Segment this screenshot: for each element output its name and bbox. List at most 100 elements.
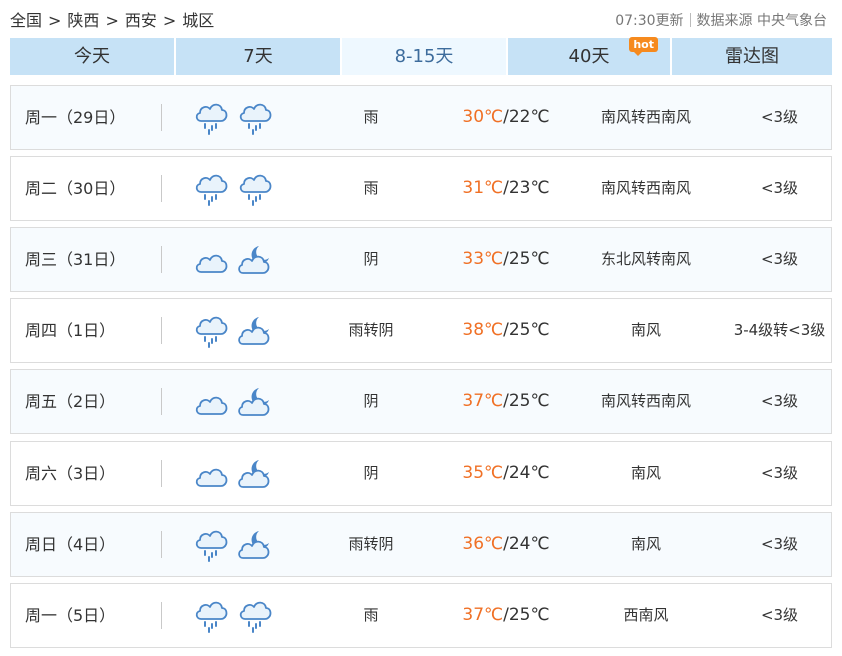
forecast-day: 周一（29日） xyxy=(25,108,126,127)
row-divider xyxy=(161,388,162,415)
low-temperature: /23℃ xyxy=(503,178,550,198)
breadcrumb-item-city[interactable]: 西安 xyxy=(125,11,157,30)
weather-icons xyxy=(193,171,273,207)
rain-icon xyxy=(239,174,272,206)
high-temperature: 36℃ xyxy=(462,534,504,554)
high-temperature: 31℃ xyxy=(462,178,504,198)
weather-icons xyxy=(193,384,273,420)
forecast-day: 周三（31日） xyxy=(25,250,126,269)
weather-icons xyxy=(193,456,273,492)
wind-direction: 南风转西南风 xyxy=(600,108,691,126)
temperature-range: 37℃/25℃ xyxy=(451,584,561,647)
weather-description: 阴 xyxy=(363,250,379,268)
tab-7-day[interactable]: 7天 xyxy=(174,38,340,75)
high-temperature: 35℃ xyxy=(462,463,504,483)
cloud-moon-icon xyxy=(238,388,270,416)
temperature-range: 38℃/25℃ xyxy=(451,299,561,362)
wind-direction: 南风转西南风 xyxy=(600,179,691,197)
temperature-range: 33℃/25℃ xyxy=(451,228,561,291)
cloud-moon-icon xyxy=(238,460,270,488)
wind-level: <3级 xyxy=(760,392,799,410)
low-temperature: /24℃ xyxy=(503,463,550,483)
low-temperature: /22℃ xyxy=(503,107,550,127)
forecast-row: 周二（30日） 雨 31℃/23℃ 南风转西南风 <3级 xyxy=(10,156,832,221)
cloud-moon-icon xyxy=(238,531,270,559)
temperature-range: 36℃/24℃ xyxy=(451,513,561,576)
rain-icon xyxy=(195,601,228,633)
weather-icons xyxy=(193,313,273,349)
row-divider xyxy=(161,602,162,629)
high-temperature: 30℃ xyxy=(462,107,504,127)
rain-icon xyxy=(195,174,228,206)
tab-label: 今天 xyxy=(74,46,110,67)
row-divider xyxy=(161,175,162,202)
temperature-range: 31℃/23℃ xyxy=(451,157,561,220)
breadcrumb-separator: > xyxy=(105,11,119,30)
weather-description: 雨 xyxy=(363,606,379,624)
forecast-day: 周四（1日） xyxy=(25,321,116,340)
row-divider xyxy=(161,460,162,487)
low-temperature: /25℃ xyxy=(503,249,550,269)
forecast-row: 周三（31日） 阴 33℃/25℃ 东北风转南风 <3级 xyxy=(10,227,832,292)
forecast-day: 周日（4日） xyxy=(25,535,116,554)
wind-direction: 东北风转南风 xyxy=(600,250,691,268)
temperature-range: 35℃/24℃ xyxy=(451,442,561,505)
high-temperature: 37℃ xyxy=(462,605,504,625)
wind-direction: 南风 xyxy=(630,464,661,482)
high-temperature: 38℃ xyxy=(462,320,504,340)
rain-icon xyxy=(195,103,228,135)
breadcrumb-separator: > xyxy=(48,11,62,30)
weather-description: 阴 xyxy=(363,392,379,410)
low-temperature: /24℃ xyxy=(503,534,550,554)
low-temperature: /25℃ xyxy=(503,320,550,340)
forecast-row: 周六（3日） 阴 35℃/24℃ 南风 <3级 xyxy=(10,441,832,506)
rain-icon xyxy=(195,530,228,562)
wind-level: <3级 xyxy=(760,535,799,553)
forecast-row: 周四（1日） 雨转阴 38℃/25℃ 南风 3-4级转<3级 xyxy=(10,298,832,363)
wind-direction: 南风 xyxy=(630,535,661,553)
forecast-row: 周五（2日） 阴 37℃/25℃ 南风转西南风 <3级 xyxy=(10,369,832,434)
weather-icons xyxy=(193,100,273,136)
update-meta: 07:30更新 数据来源 中央气象台 xyxy=(615,8,827,34)
forecast-row: 周一（5日） 雨 37℃/25℃ 西南风 <3级 xyxy=(10,583,832,648)
wind-direction: 南风转西南风 xyxy=(600,392,691,410)
rain-icon xyxy=(239,601,272,633)
temperature-range: 30℃/22℃ xyxy=(451,86,561,149)
meta-divider xyxy=(689,13,691,27)
row-divider xyxy=(161,317,162,344)
tab-radar[interactable]: 雷达图 xyxy=(670,38,832,75)
rain-icon xyxy=(239,103,272,135)
wind-level: <3级 xyxy=(760,179,799,197)
row-divider xyxy=(161,104,162,131)
row-divider xyxy=(161,531,162,558)
breadcrumb-item-country[interactable]: 全国 xyxy=(10,11,42,30)
wind-level: <3级 xyxy=(760,108,799,126)
forecast-day: 周五（2日） xyxy=(25,392,116,411)
forecast-tabs: 今天 7天 8-15天 40天 hot 雷达图 xyxy=(10,37,832,75)
tab-8-15-day[interactable]: 8-15天 xyxy=(340,38,506,75)
low-temperature: /25℃ xyxy=(503,391,550,411)
low-temperature: /25℃ xyxy=(503,605,550,625)
data-source: 数据来源 中央气象台 xyxy=(696,13,827,29)
wind-direction: 西南风 xyxy=(623,606,669,624)
wind-direction: 南风 xyxy=(630,321,661,339)
forecast-row: 周日（4日） 雨转阴 36℃/24℃ 南风 <3级 xyxy=(10,512,832,577)
weather-icons xyxy=(193,242,273,278)
cloud-icon xyxy=(195,468,228,487)
high-temperature: 37℃ xyxy=(462,391,504,411)
tab-40-day[interactable]: 40天 hot xyxy=(506,37,670,75)
cloud-moon-icon xyxy=(238,317,270,345)
wind-level: <3级 xyxy=(760,464,799,482)
high-temperature: 33℃ xyxy=(462,249,504,269)
hot-badge: hot xyxy=(629,37,658,56)
wind-level: <3级 xyxy=(760,250,799,268)
breadcrumb: 全国 > 陕西 > 西安 > 城区 xyxy=(10,8,214,34)
breadcrumb-item-district: 城区 xyxy=(182,11,215,30)
tab-today[interactable]: 今天 xyxy=(10,38,174,75)
forecast-day: 周一（5日） xyxy=(25,606,116,625)
tab-label: 7天 xyxy=(243,46,273,67)
wind-level: 3-4级转<3级 xyxy=(733,321,826,339)
weather-icons xyxy=(193,598,273,634)
breadcrumb-item-province[interactable]: 陕西 xyxy=(67,11,99,30)
cloud-moon-icon xyxy=(238,246,270,274)
